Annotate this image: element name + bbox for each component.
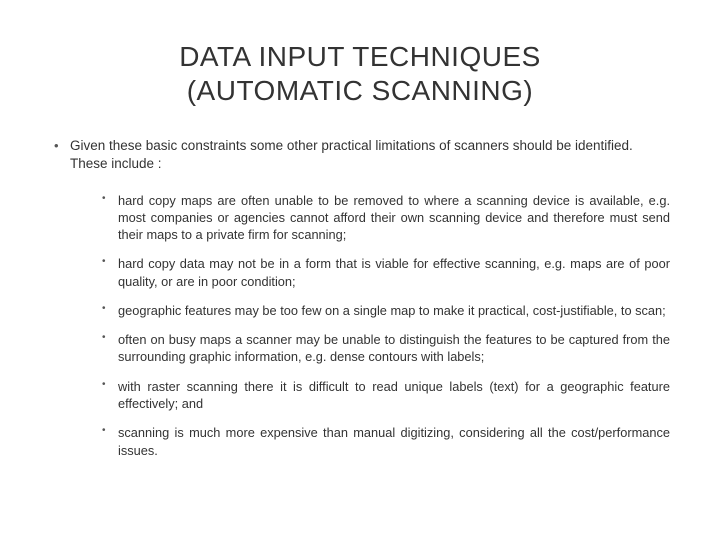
intro-text: Given these basic constraints some other… — [70, 138, 633, 171]
inner-list: hard copy maps are often unable to be re… — [100, 192, 670, 459]
list-item-text: geographic features may be too few on a … — [118, 303, 666, 318]
list-item: scanning is much more expensive than man… — [100, 424, 670, 459]
slide-title: DATA INPUT TECHNIQUES (AUTOMATIC SCANNIN… — [50, 40, 670, 107]
title-line-2: (AUTOMATIC SCANNING) — [187, 75, 534, 106]
outer-list: Given these basic constraints some other… — [50, 137, 670, 173]
slide: DATA INPUT TECHNIQUES (AUTOMATIC SCANNIN… — [0, 0, 720, 540]
list-item-text: often on busy maps a scanner may be unab… — [118, 332, 670, 364]
list-item: hard copy maps are often unable to be re… — [100, 192, 670, 244]
list-item-text: hard copy maps are often unable to be re… — [118, 193, 670, 243]
list-item: often on busy maps a scanner may be unab… — [100, 331, 670, 366]
title-line-1: DATA INPUT TECHNIQUES — [179, 41, 541, 72]
list-item: hard copy data may not be in a form that… — [100, 255, 670, 290]
list-item-text: with raster scanning there it is difficu… — [118, 379, 670, 411]
list-item: with raster scanning there it is difficu… — [100, 378, 670, 413]
list-item: geographic features may be too few on a … — [100, 302, 670, 319]
list-item-text: scanning is much more expensive than man… — [118, 425, 670, 457]
list-item-text: hard copy data may not be in a form that… — [118, 256, 670, 288]
intro-item: Given these basic constraints some other… — [50, 137, 670, 173]
